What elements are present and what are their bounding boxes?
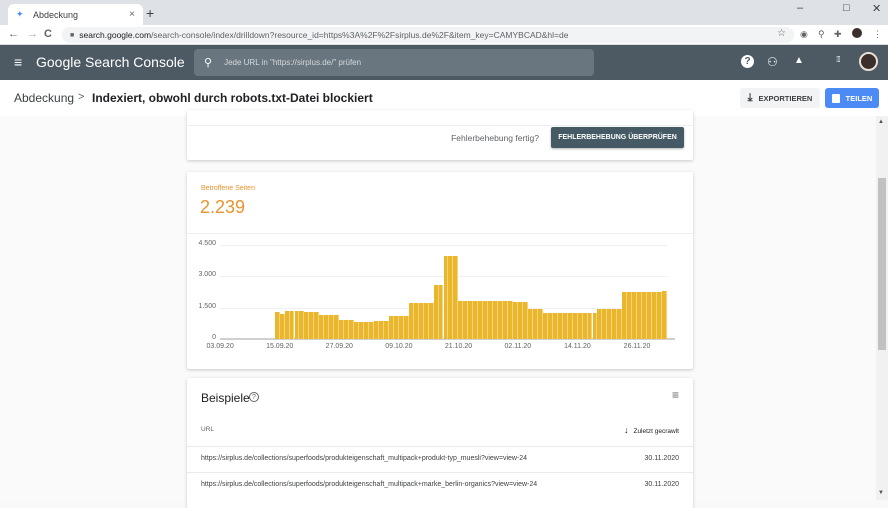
export-button[interactable]: ⤓ EXPORTIEREN <box>740 88 820 108</box>
sort-arrow-icon: ↓ <box>623 425 629 435</box>
chart-card: Betroffene Seiten 2.239 0 1.500 3.000 4.500… <box>187 172 693 369</box>
lock-icon <box>831 93 840 103</box>
address-bar-row: ← → C ■ search.google.com/search-console… <box>0 25 888 45</box>
column-header-last-crawled[interactable]: ↓ Zuletzt gecrawlt <box>624 425 679 435</box>
x-tick-label: 09.10.20 <box>385 343 413 350</box>
scroll-up-arrow-icon[interactable]: ▲ <box>878 119 884 125</box>
back-icon[interactable]: ← <box>8 28 19 40</box>
x-tick-label: 21.10.20 <box>444 343 473 350</box>
tab-title: Abdeckung <box>33 9 79 20</box>
breadcrumb-parent[interactable]: Abdeckung <box>14 91 74 105</box>
apps-grid-icon[interactable]: ⁞⁞⁞ <box>836 55 841 64</box>
row-url: https://sirplus.de/collections/superfood… <box>201 455 528 462</box>
y-tick-label: 4.500 <box>198 240 216 247</box>
url-input[interactable]: ■ search.google.com/search-console/index… <box>62 27 794 43</box>
url-path: /search-console/index/drilldown?resource… <box>151 30 569 40</box>
column-header-url[interactable]: URL <box>201 426 214 433</box>
download-icon: ⤓ <box>747 91 753 104</box>
y-tick-label: 1.500 <box>198 302 216 310</box>
close-window-button[interactable]: ✕ <box>872 2 881 15</box>
close-tab-icon[interactable]: × <box>129 9 135 20</box>
x-tick-label: 26.11.20 <box>623 343 651 350</box>
bookmark-star-icon[interactable]: ☆ <box>777 28 786 39</box>
app-logo[interactable]: Google Search Console <box>36 54 185 70</box>
column-label: Zuletzt gecrawlt <box>633 428 679 435</box>
share-button[interactable]: TEILEN <box>825 88 879 108</box>
export-label: EXPORTIEREN <box>758 93 813 103</box>
validation-card: Fehlerbehebung fertig? FEHLERBEHEBUNG ÜB… <box>187 110 693 160</box>
vertical-scrollbar[interactable]: ▲ ▼ <box>876 116 888 500</box>
table-row[interactable]: https://sirplus.de/collections/superfood… <box>187 446 693 471</box>
scrollbar-thumb[interactable] <box>878 178 886 350</box>
hamburger-menu-icon[interactable]: ≡ <box>14 54 22 70</box>
app-header: ≡ Google Search Console ⚲ Jede URL in "h… <box>0 45 888 80</box>
validate-fix-button[interactable]: FEHLERBEHEBUNG ÜBERPRÜFEN <box>551 127 684 148</box>
account-avatar[interactable] <box>859 52 878 71</box>
profile-avatar[interactable] <box>852 28 862 38</box>
puzzle-icon[interactable]: ✚ <box>834 29 842 40</box>
row-date: 30.11.2020 <box>644 481 679 488</box>
x-tick-label: 14.11.20 <box>564 343 591 350</box>
lock-icon: ■ <box>70 31 75 39</box>
y-tick-label: 0 <box>212 334 216 341</box>
examples-title: Beispiele <box>201 391 250 405</box>
y-tick-label: 3.000 <box>198 271 216 279</box>
page-title: Indexiert, obwohl durch robots.txt-Datei… <box>92 91 373 105</box>
bar-chart: 0 1.500 3.000 4.500 03.09.20 15.09.20 27.09.20… <box>187 234 693 369</box>
search-placeholder: Jede URL in "https://sirplus.de/" prüfen <box>224 58 362 67</box>
search-icon: ⚲ <box>204 57 213 69</box>
url-host: search.google.com <box>79 30 152 40</box>
browser-tab-strip: ✦ Abdeckung × + – □ ✕ <box>0 0 888 25</box>
browser-menu-icon[interactable]: ⋮ <box>873 29 882 40</box>
metric-value: 2.239 <box>200 197 246 217</box>
x-tick-label: 02.11.20 <box>504 343 532 350</box>
gridline <box>220 245 667 246</box>
url-inspection-search[interactable]: ⚲ Jede URL in "https://sirplus.de/" prüf… <box>194 49 594 76</box>
divider <box>187 125 693 126</box>
examples-card: Beispiele ? ≡ URL ↓ Zuletzt gecrawlt http… <box>187 378 693 508</box>
share-label: TEILEN <box>845 93 873 103</box>
browser-tab[interactable]: ✦ Abdeckung × <box>8 4 143 25</box>
settings-users-icon[interactable]: ⚇ <box>767 55 778 69</box>
x-tick-label: 27.09.20 <box>325 343 353 350</box>
x-tick-label: 03.09.20 <box>206 343 234 350</box>
chart-bar[interactable] <box>662 290 667 339</box>
reload-icon[interactable]: C <box>44 28 52 40</box>
extension-icon[interactable]: ◉ <box>800 29 808 40</box>
scroll-down-arrow-icon[interactable]: ▼ <box>878 490 884 496</box>
help-icon[interactable]: ? <box>741 55 754 68</box>
minimize-button[interactable]: – <box>797 2 803 14</box>
row-date: 30.11.2020 <box>644 455 679 462</box>
favicon-icon: ✦ <box>16 9 24 19</box>
x-tick-label: 15.09.20 <box>266 343 294 350</box>
search-extension-icon[interactable]: ⚲ <box>818 29 825 40</box>
metric-label: Betroffene Seiten <box>201 185 255 192</box>
notifications-bell-icon[interactable]: ▲ <box>794 55 804 66</box>
maximize-button[interactable]: □ <box>843 2 850 14</box>
chevron-right-icon: > <box>78 91 85 103</box>
main-content: Fehlerbehebung fertig? FEHLERBEHEBUNG ÜB… <box>0 110 876 508</box>
table-row[interactable]: https://sirplus.de/collections/superfood… <box>187 472 693 497</box>
new-tab-button[interactable]: + <box>146 5 154 21</box>
row-url: https://sirplus.de/collections/superfood… <box>201 481 538 488</box>
help-icon[interactable]: ? <box>249 392 259 402</box>
filter-icon[interactable]: ≡ <box>672 388 679 402</box>
fix-question: Fehlerbehebung fertig? <box>451 133 539 143</box>
forward-icon[interactable]: → <box>27 28 38 40</box>
